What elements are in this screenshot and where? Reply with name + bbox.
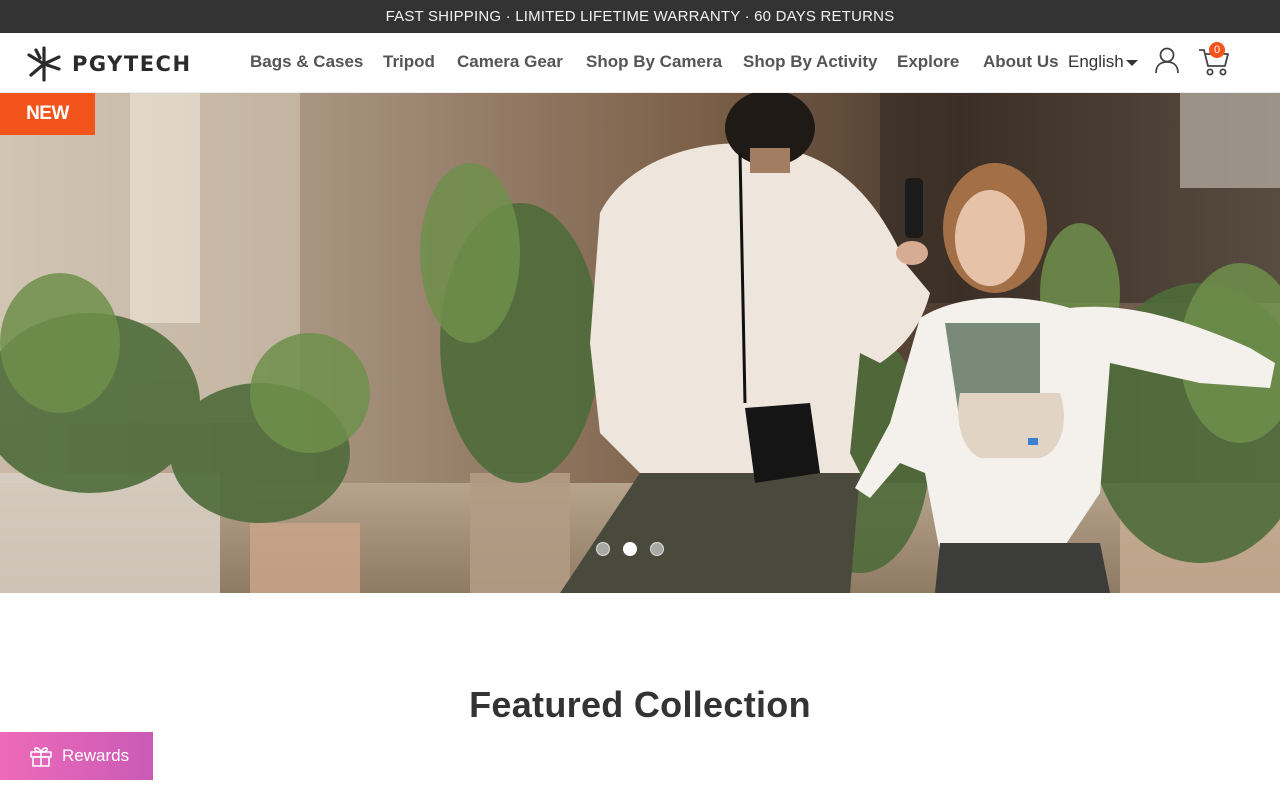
nav-item-camera-gear[interactable]: Camera Gear <box>457 52 563 72</box>
announcement-text: FAST SHIPPING · LIMITED LIFETIME WARRANT… <box>385 8 895 25</box>
nav-item-bags-cases[interactable]: Bags & Cases <box>250 52 363 72</box>
language-label: English <box>1068 52 1124 71</box>
slide-indicators <box>596 542 664 556</box>
rewards-label: Rewards <box>62 746 130 765</box>
announcement-bar: FAST SHIPPING · LIMITED LIFETIME WARRANT… <box>0 0 1280 33</box>
brand-name: PGYTECH <box>72 52 192 76</box>
logo-mark-icon <box>27 46 61 82</box>
hero-banner[interactable]: NEW <box>0 93 1280 593</box>
nav-item-explore[interactable]: Explore <box>897 52 959 72</box>
site-header: PGYTECH Bags & Cases Tripod Camera Gear … <box>0 33 1280 93</box>
gift-icon <box>30 747 52 767</box>
brand-logo[interactable]: PGYTECH <box>26 46 192 82</box>
new-badge: NEW <box>0 93 95 135</box>
rewards-button[interactable]: Rewards <box>0 732 153 780</box>
nav-item-shop-by-activity[interactable]: Shop By Activity <box>743 52 877 72</box>
slide-dot-2[interactable] <box>623 542 637 556</box>
nav-item-tripod[interactable]: Tripod <box>383 52 435 72</box>
user-icon[interactable] <box>1153 46 1181 74</box>
caret-down-icon <box>1125 60 1138 66</box>
cart-count-badge: 0 <box>1209 42 1225 58</box>
featured-collection-heading: Featured Collection <box>469 684 811 725</box>
nav-item-shop-by-camera[interactable]: Shop By Camera <box>586 52 722 72</box>
hero-image <box>0 93 1280 593</box>
slide-dot-3[interactable] <box>650 542 664 556</box>
language-selector[interactable]: English <box>1068 52 1138 72</box>
slide-dot-1[interactable] <box>596 542 610 556</box>
nav-item-about-us[interactable]: About Us <box>983 52 1059 72</box>
